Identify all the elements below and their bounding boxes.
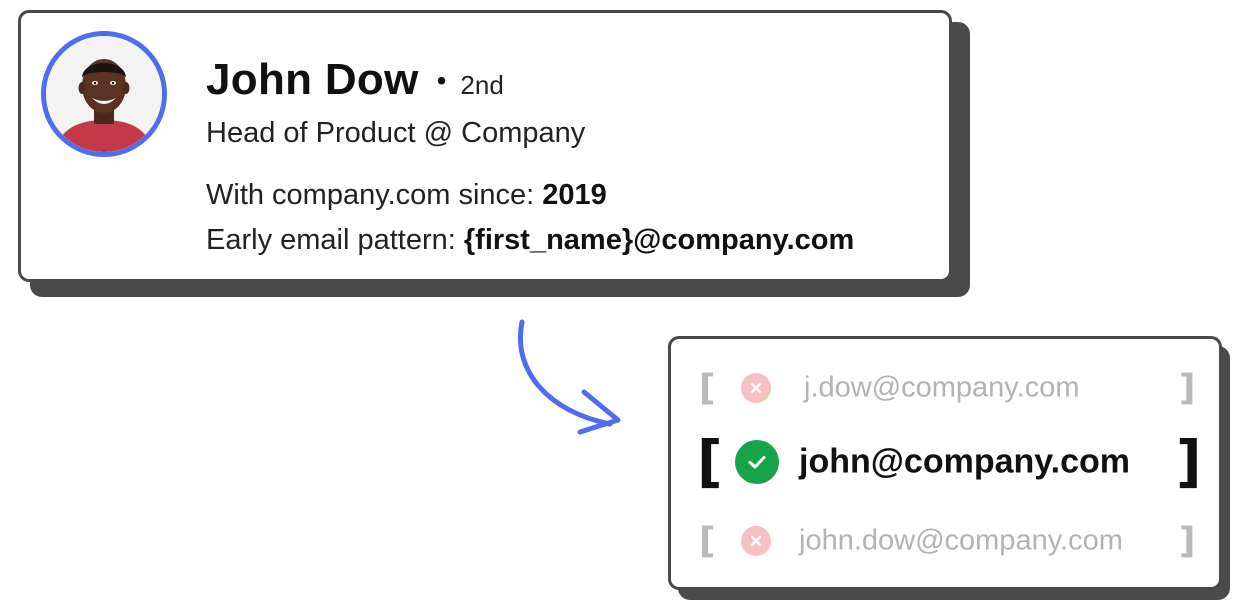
email-option-row[interactable]: [ j.dow@company.com ] — [671, 358, 1219, 418]
email-address: john@company.com — [799, 442, 1131, 481]
email-address: j.dow@company.com — [804, 371, 1080, 404]
close-bracket: ] — [1176, 429, 1202, 495]
open-bracket: [ — [699, 520, 716, 562]
company-since: With company.com since: 2019 — [206, 179, 607, 212]
avatar[interactable] — [41, 31, 167, 157]
email-pattern: Early email pattern: {first_name}@compan… — [206, 224, 854, 257]
open-bracket: [ — [697, 429, 723, 495]
x-icon — [741, 526, 771, 556]
profile-card: John Dow • 2nd Head of Product @ Company… — [18, 10, 952, 282]
pattern-label: Early email pattern: — [206, 224, 456, 256]
profile-headline: Head of Product @ Company — [206, 117, 586, 149]
since-value: 2019 — [542, 179, 607, 211]
email-option-row[interactable]: [ john.dow@company.com ] — [671, 511, 1219, 571]
email-address: john.dow@company.com — [799, 524, 1123, 557]
separator-dot: • — [436, 65, 447, 96]
curved-arrow-icon — [518, 319, 621, 435]
avatar-photo — [46, 36, 162, 152]
email-results-card: [ j.dow@company.com ] [ john@company.com… — [668, 336, 1222, 590]
close-bracket: ] — [1179, 367, 1196, 409]
close-bracket: ] — [1179, 520, 1196, 562]
name-row: John Dow • 2nd — [206, 55, 504, 111]
pattern-value: {first_name}@company.com — [463, 224, 855, 256]
since-label: With company.com since: — [206, 179, 535, 211]
check-icon — [735, 440, 779, 484]
open-bracket: [ — [699, 367, 716, 409]
x-icon — [741, 373, 771, 403]
email-option-row-valid[interactable]: [ john@company.com ] — [671, 429, 1219, 495]
connection-degree: 2nd — [460, 70, 504, 100]
profile-name[interactable]: John Dow — [206, 55, 419, 105]
